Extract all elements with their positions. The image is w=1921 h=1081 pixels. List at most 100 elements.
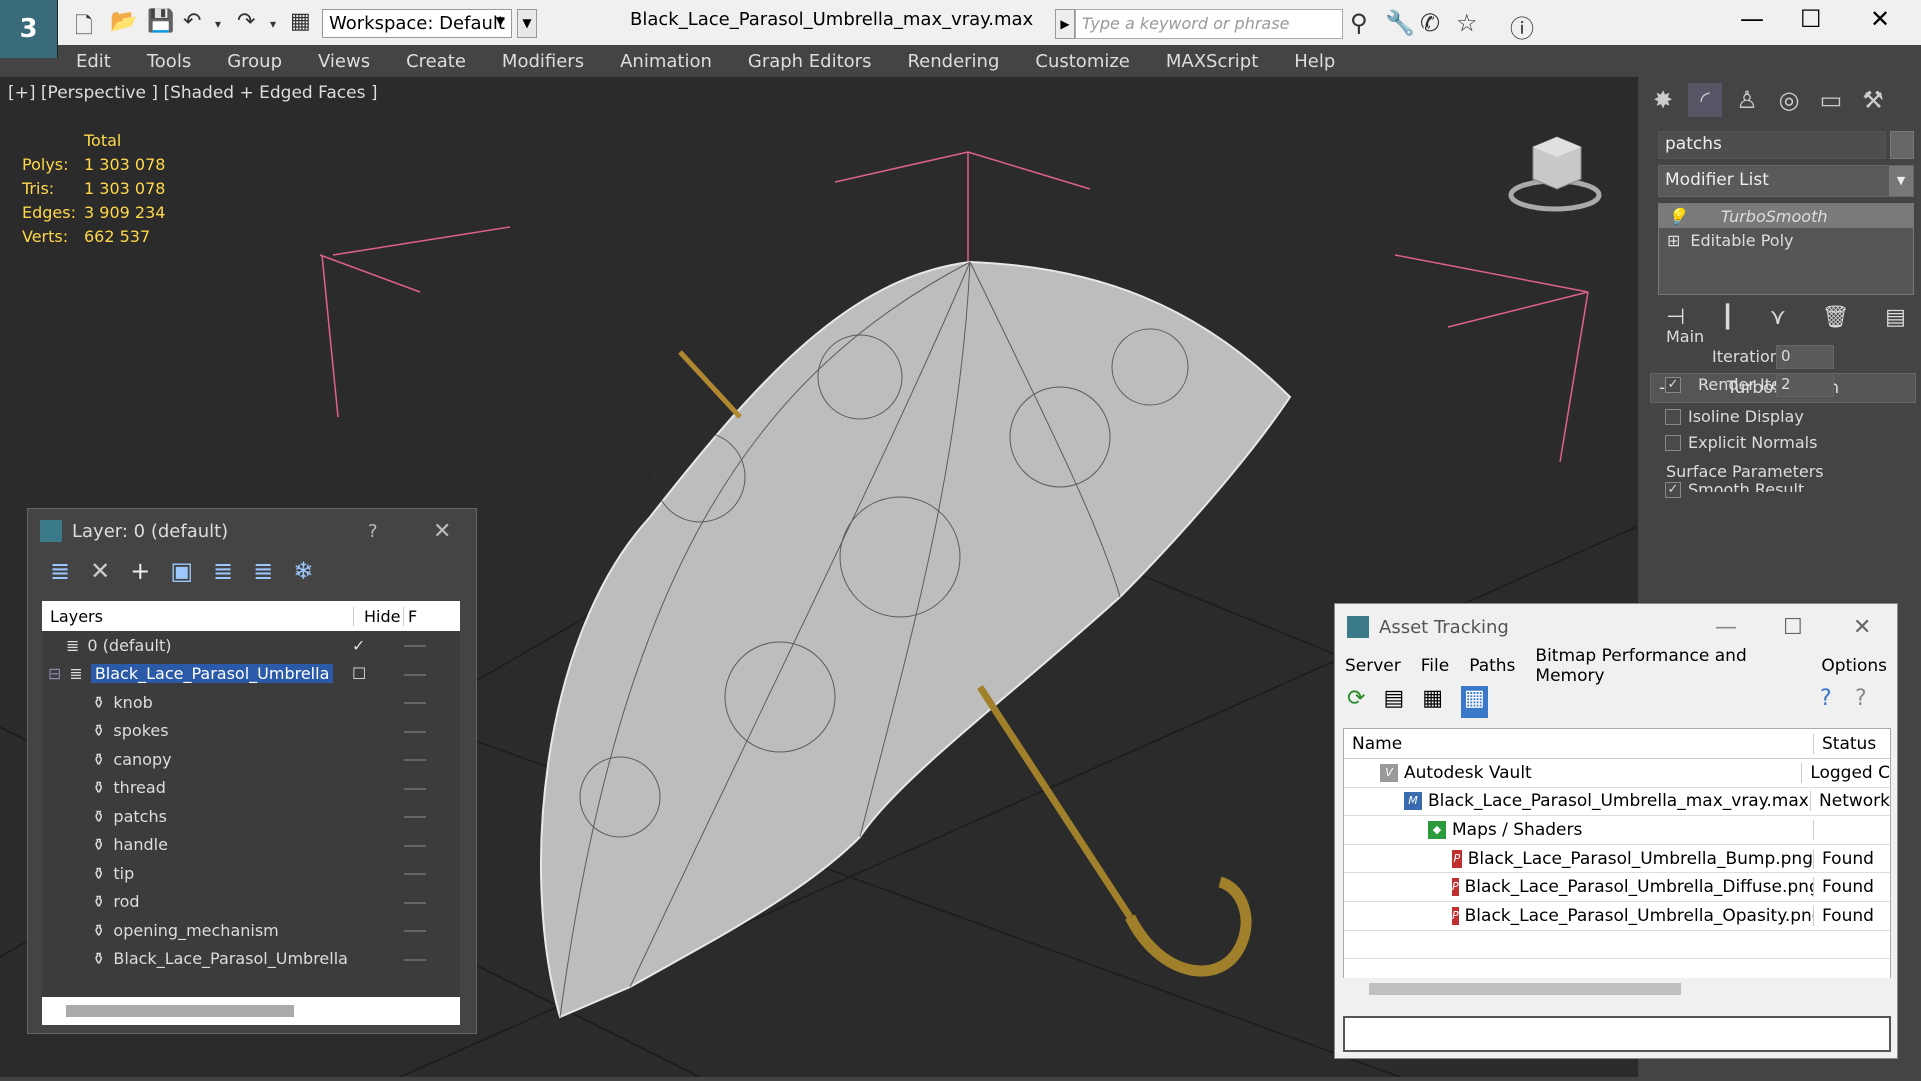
hide-toggle[interactable] [404,930,426,932]
layer-row[interactable]: ⚱ thread [42,774,460,803]
undo-icon[interactable]: ↶ [183,9,201,34]
redo-dropdown-icon[interactable]: ▾ [270,17,276,31]
show-end-result-icon[interactable]: ┃ [1721,305,1734,330]
scrollbar-thumb[interactable] [1369,983,1681,995]
col-name[interactable]: Name [1344,733,1814,754]
table-view-icon[interactable]: ▦ [1461,686,1488,718]
menu-file[interactable]: File [1421,656,1449,676]
configure-sets-icon[interactable]: ▤ [1885,305,1906,330]
collapse-icon[interactable]: ⊟ [48,664,61,683]
object-color-swatch[interactable] [1890,131,1914,159]
col-layers[interactable]: Layers [42,606,354,626]
menu-options[interactable]: Options [1821,656,1887,676]
table-row[interactable] [1344,931,1890,960]
undo-dropdown-icon[interactable]: ▾ [215,17,221,31]
col-hide[interactable]: Hide [354,606,404,626]
minimize-icon[interactable]: — [1740,5,1764,33]
render-iters-spinner[interactable]: 2 [1776,373,1834,397]
close-icon[interactable]: ✕ [433,519,451,544]
hierarchy-tab-icon[interactable]: ♙ [1730,83,1764,117]
menu-server[interactable]: Server [1345,656,1401,676]
hide-toggle[interactable] [404,730,426,733]
table-row[interactable]: ◆ Maps / Shaders [1344,816,1890,845]
menu-help[interactable]: Help [1276,51,1353,72]
layer-row[interactable]: ⚱ opening_mechanism [42,916,460,945]
motion-tab-icon[interactable]: ◎ [1772,83,1806,117]
layer-row[interactable]: ⚱ patchs [42,802,460,831]
view-cube-icon[interactable] [1505,127,1605,217]
layer-row[interactable]: ⚱ handle [42,831,460,860]
hide-toggle[interactable] [404,844,426,847]
menu-graph-editors[interactable]: Graph Editors [730,51,890,72]
delete-layer-icon[interactable]: ✕ [90,557,110,591]
horizontal-scrollbar[interactable] [1343,978,1891,1000]
menu-customize[interactable]: Customize [1017,51,1147,72]
checkmark-icon[interactable]: ✓ [352,636,365,655]
project-folder-icon[interactable]: ▦ [290,9,311,34]
render-iters-checkbox[interactable]: ✓ [1665,377,1681,393]
freeze-all-icon[interactable]: ❄ [293,557,313,591]
context-help-icon[interactable]: ? [1855,686,1867,711]
new-layer-icon[interactable]: ≣ [50,557,70,591]
hide-toggle[interactable] [404,645,426,647]
layer-row[interactable]: ⚱ rod [42,888,460,917]
menu-modifiers[interactable]: Modifiers [484,51,602,72]
display-tab-icon[interactable]: ▭ [1814,83,1848,117]
help-icon[interactable]: ⓘ [1510,9,1534,44]
menu-maxscript[interactable]: MAXScript [1148,51,1276,72]
menu-group[interactable]: Group [209,51,300,72]
maximize-icon[interactable]: ☐ [1800,5,1822,33]
hide-toggle[interactable] [404,901,426,904]
thumbnail-view-icon[interactable]: ▦ [1422,686,1443,718]
search-input[interactable]: Type a keyword or phrase [1075,9,1343,39]
utilities-tab-icon[interactable]: ⚒ [1856,83,1890,117]
refresh-icon[interactable]: ⟳ [1347,686,1365,718]
help-icon[interactable]: ? [1820,686,1832,711]
asset-window-titlebar[interactable]: Asset Tracking — ☐ ✕ [1335,604,1897,650]
explicit-normals-checkbox[interactable] [1665,435,1681,451]
col-freeze[interactable]: F [404,607,424,626]
layer-row[interactable]: ⚱ knob [42,688,460,717]
highlight-selected-icon[interactable]: ≣ [213,557,233,591]
isoline-checkbox[interactable] [1665,409,1681,425]
smooth-result-checkbox[interactable]: ✓ [1665,482,1681,498]
hide-toggle[interactable] [404,759,426,761]
hide-toggle[interactable] [404,816,426,818]
menu-edit[interactable]: Edit [58,51,129,72]
layer-row[interactable]: ⚱ Black_Lace_Parasol_Umbrella [42,945,460,974]
close-icon[interactable]: ✕ [1870,5,1890,33]
menu-animation[interactable]: Animation [602,51,730,72]
lightbulb-icon[interactable]: 💡 [1667,207,1687,226]
modify-tab-icon[interactable]: ◜ [1688,83,1722,117]
iterations-spinner[interactable]: 0 [1776,345,1834,369]
stack-item-turbosmooth[interactable]: 💡 TurboSmooth [1659,204,1913,228]
redo-icon[interactable]: ↷ [237,9,255,34]
layer-row[interactable]: ⚱ tip [42,859,460,888]
menu-create[interactable]: Create [388,51,484,72]
layer-window-titlebar[interactable]: Layer: 0 (default) ? ✕ [28,509,476,553]
new-file-icon[interactable]: 🗋 [75,9,93,47]
col-status[interactable]: Status [1814,734,1876,754]
search-expand-button[interactable]: ▶ [1055,9,1075,39]
table-row[interactable]: V Autodesk Vault Logged C [1344,759,1890,788]
minimize-icon[interactable]: — [1715,615,1737,640]
hide-toggle[interactable] [404,958,426,961]
hide-toggle[interactable] [404,873,426,875]
workspace-menu-button[interactable]: ▼ [517,9,537,38]
table-row[interactable]: P Black_Lace_Parasol_Umbrella_Bump.png Fou… [1344,845,1890,874]
save-icon[interactable]: 💾 [147,9,174,34]
list-view-icon[interactable]: ▤ [1383,686,1404,718]
table-row[interactable]: P Black_Lace_Parasol_Umbrella_Diffuse.png… [1344,873,1890,902]
horizontal-scrollbar[interactable] [42,997,460,1025]
wrench-icon[interactable]: 🔧 [1385,9,1415,37]
remove-modifier-icon[interactable]: 🗑 [1822,305,1850,330]
menu-paths[interactable]: Paths [1469,656,1515,676]
set-current-icon[interactable]: ☐ [352,664,366,683]
table-row[interactable]: P Black_Lace_Parasol_Umbrella_Opasity.png… [1344,902,1890,931]
maximize-icon[interactable]: ☐ [1783,615,1803,640]
create-tab-icon[interactable]: ✸ [1646,83,1680,117]
expand-plus-icon[interactable]: ⊞ [1667,231,1680,250]
binoculars-icon[interactable]: ⚲ [1350,9,1368,37]
make-unique-icon[interactable]: ⋎ [1770,305,1786,330]
stack-item-editable-poly[interactable]: ⊞ Editable Poly [1659,228,1913,252]
